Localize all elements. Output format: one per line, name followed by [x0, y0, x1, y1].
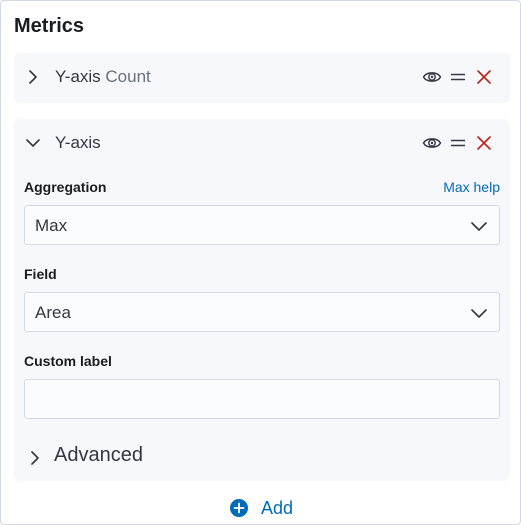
metric-title-main: Y-axis	[55, 67, 101, 86]
aggregation-label: Aggregation	[24, 179, 107, 195]
metric-actions	[422, 133, 494, 153]
chevron-down-icon	[26, 139, 40, 147]
metric-title-sub: Count	[105, 67, 151, 86]
max-help-link[interactable]: Max help	[443, 179, 500, 195]
eye-icon[interactable]	[422, 133, 442, 153]
metrics-panel: Metrics Y-axis Count Y-axis Aggregation …	[0, 0, 521, 525]
metric-title: Y-axis Count	[55, 67, 151, 87]
chevron-right-icon	[29, 70, 37, 84]
drag-handle-icon[interactable]	[448, 133, 468, 153]
aggregation-value: Max	[35, 216, 68, 235]
chevron-right-icon	[31, 451, 39, 465]
close-icon[interactable]	[474, 67, 494, 87]
advanced-label: Advanced	[54, 444, 143, 466]
custom-label-label: Custom label	[24, 353, 112, 369]
custom-label-input[interactable]	[24, 379, 500, 419]
metric-actions	[422, 67, 494, 87]
field-value: Area	[35, 303, 71, 322]
metric-title-main: Y-axis	[55, 133, 101, 152]
metric-accordion-count: Y-axis Count	[14, 53, 510, 103]
chevron-down-icon	[471, 309, 487, 318]
add-metric-button[interactable]: Add	[229, 496, 293, 520]
add-label: Add	[261, 497, 294, 518]
panel-title: Metrics	[14, 15, 85, 37]
drag-handle-icon[interactable]	[448, 67, 468, 87]
field-label: Field	[24, 266, 57, 282]
plus-circle-icon	[230, 499, 248, 517]
advanced-toggle[interactable]: Advanced	[14, 442, 510, 474]
field-select[interactable]: Area	[24, 292, 500, 332]
aggregation-select[interactable]: Max	[24, 205, 500, 245]
chevron-down-icon	[471, 222, 487, 231]
metric-accordion-max: Y-axis Aggregation Max help Max Field Ar…	[14, 119, 510, 481]
close-icon[interactable]	[474, 133, 494, 153]
metric-title: Y-axis	[55, 133, 101, 153]
eye-icon[interactable]	[422, 67, 442, 87]
